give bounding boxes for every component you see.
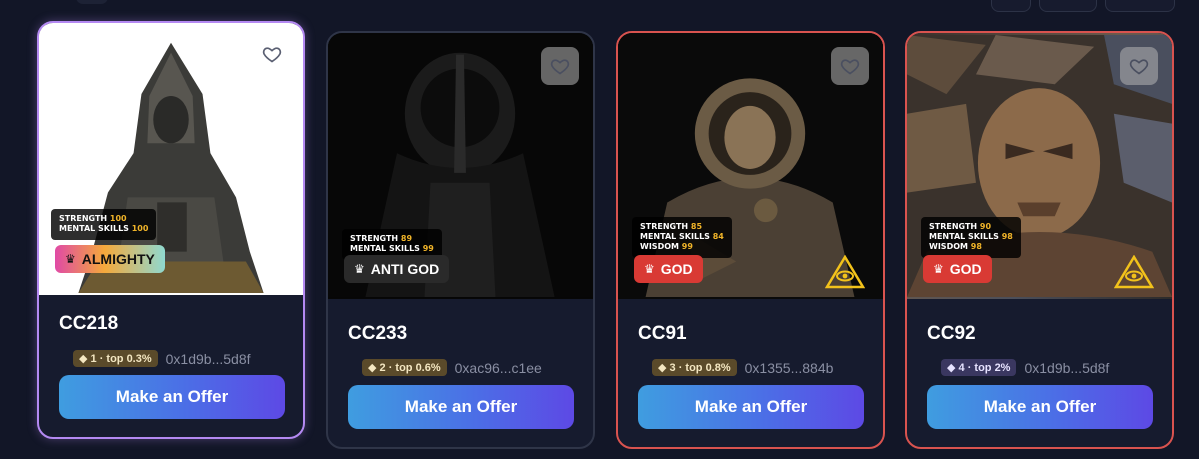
stat-mental: MENTAL SKILLS 84 — [640, 232, 724, 241]
favorite-button[interactable] — [253, 35, 291, 73]
tier-label: ALMIGHTY — [81, 251, 155, 267]
rank-pill: ◆ 4 · top 2% — [941, 359, 1017, 376]
nft-artwork[interactable]: STRENGTH 90 MENTAL SKILLS 98 WISDOM 98 ♛… — [907, 33, 1172, 299]
crown-icon: ♛ — [65, 252, 76, 266]
rank-row: ◆ 1 · top 0.3% 0x1d9b...5d8f — [73, 350, 251, 367]
tier-badge: ♛ GOD — [634, 255, 703, 283]
owner-address[interactable]: 0xac96...c1ee — [455, 360, 542, 376]
stat-mental: MENTAL SKILLS 99 — [350, 244, 434, 253]
tier-badge: ♛ ALMIGHTY — [55, 245, 165, 273]
heart-outline-icon — [262, 47, 282, 63]
nft-name[interactable]: CC218 — [59, 313, 118, 335]
nft-card[interactable]: STRENGTH 85 MENTAL SKILLS 84 WISDOM 99 ♛… — [616, 31, 885, 449]
all-seeing-eye-icon — [825, 255, 865, 289]
stats-panel: STRENGTH 90 MENTAL SKILLS 98 WISDOM 98 — [921, 217, 1021, 258]
tier-badge: ♛ GOD — [923, 255, 992, 283]
rank-row: ◆ 2 · top 0.6% 0xac96...c1ee — [362, 359, 542, 376]
nft-name[interactable]: CC91 — [638, 323, 687, 345]
rank-pill: ◆ 2 · top 0.6% — [362, 359, 447, 376]
top-control-button[interactable] — [991, 0, 1031, 12]
nft-artwork[interactable]: STRENGTH 85 MENTAL SKILLS 84 WISDOM 99 ♛… — [618, 33, 883, 299]
crown-icon: ♛ — [644, 262, 655, 276]
top-controls — [991, 0, 1175, 12]
nft-name[interactable]: CC233 — [348, 323, 407, 345]
stat-strength: STRENGTH 89 — [350, 234, 413, 243]
heart-outline-icon — [1129, 59, 1149, 75]
stat-strength: STRENGTH 85 — [640, 222, 703, 231]
heart-outline-icon — [840, 59, 860, 75]
make-offer-button[interactable]: Make an Offer — [59, 375, 285, 419]
favorite-button[interactable] — [831, 47, 869, 85]
owner-address[interactable]: 0x1d9b...5d8f — [1024, 360, 1109, 376]
tier-label: GOD — [949, 261, 982, 277]
header-ghost — [76, 0, 108, 4]
nft-card[interactable]: STRENGTH 89 MENTAL SKILLS 99 ♛ ANTI GOD … — [326, 31, 595, 449]
nft-artwork[interactable]: STRENGTH 100 MENTAL SKILLS 100 ♛ ALMIGHT… — [39, 23, 303, 295]
rank-row: ◆ 4 · top 2% 0x1d9b...5d8f — [941, 359, 1109, 376]
nft-card[interactable]: STRENGTH 100 MENTAL SKILLS 100 ♛ ALMIGHT… — [37, 21, 305, 439]
stat-wisdom: WISDOM 99 — [640, 242, 693, 251]
nft-card[interactable]: STRENGTH 90 MENTAL SKILLS 98 WISDOM 98 ♛… — [905, 31, 1174, 449]
tier-badge: ♛ ANTI GOD — [344, 255, 450, 283]
stats-panel: STRENGTH 85 MENTAL SKILLS 84 WISDOM 99 — [632, 217, 732, 258]
nft-name[interactable]: CC92 — [927, 323, 976, 345]
stats-panel: STRENGTH 100 MENTAL SKILLS 100 — [51, 209, 157, 240]
stat-wisdom: WISDOM 98 — [929, 242, 982, 251]
make-offer-button[interactable]: Make an Offer — [638, 385, 864, 429]
rank-row: ◆ 3 · top 0.8% 0x1355...884b — [652, 359, 833, 376]
make-offer-button[interactable]: Make an Offer — [348, 385, 574, 429]
owner-address[interactable]: 0x1d9b...5d8f — [166, 351, 251, 367]
top-control-button[interactable] — [1039, 0, 1097, 12]
favorite-button[interactable] — [541, 47, 579, 85]
crown-icon: ♛ — [933, 262, 944, 276]
stat-strength: STRENGTH 100 — [59, 214, 127, 223]
rank-pill: ◆ 1 · top 0.3% — [73, 350, 158, 367]
make-offer-button[interactable]: Make an Offer — [927, 385, 1153, 429]
tier-label: ANTI GOD — [370, 261, 440, 277]
all-seeing-eye-icon — [1114, 255, 1154, 289]
stat-strength: STRENGTH 90 — [929, 222, 992, 231]
nft-artwork[interactable]: STRENGTH 89 MENTAL SKILLS 99 ♛ ANTI GOD — [328, 33, 593, 299]
crown-icon: ♛ — [354, 262, 365, 276]
tier-label: GOD — [660, 261, 693, 277]
owner-address[interactable]: 0x1355...884b — [745, 360, 834, 376]
stat-mental: MENTAL SKILLS 100 — [59, 224, 149, 233]
heart-outline-icon — [550, 59, 570, 75]
top-control-button[interactable] — [1105, 0, 1175, 12]
favorite-button[interactable] — [1120, 47, 1158, 85]
stat-mental: MENTAL SKILLS 98 — [929, 232, 1013, 241]
rank-pill: ◆ 3 · top 0.8% — [652, 359, 737, 376]
